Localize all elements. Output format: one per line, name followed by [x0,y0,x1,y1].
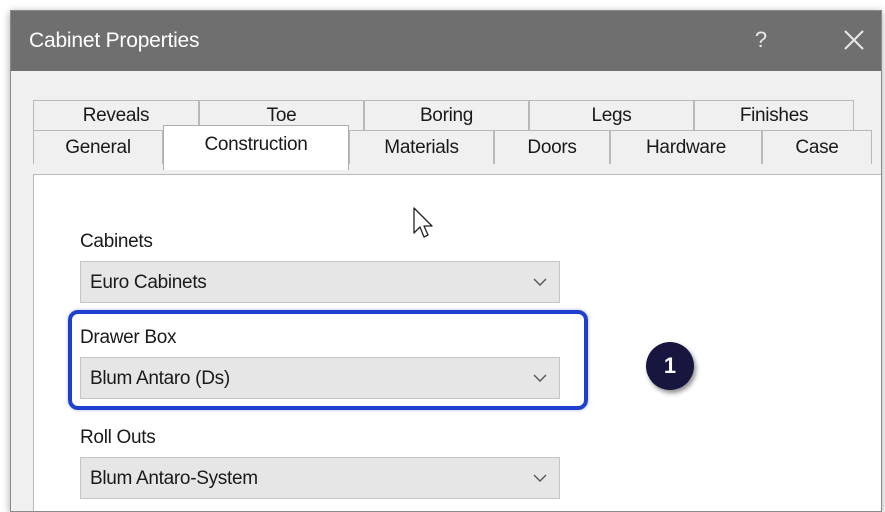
tab-case[interactable]: Case [762,130,872,164]
tab-construction[interactable]: Construction [163,125,349,170]
step-number-badge: 1 [646,342,694,390]
drawer-box-value: Blum Antaro (Ds) [90,368,230,389]
tab-strip: Reveals Toe Boring Legs Finishes General… [11,71,881,176]
tab-row-front: General Construction Materials Doors Har… [33,125,881,170]
tab-doors[interactable]: Doors [494,130,610,164]
construction-panel: Cabinets Euro Cabinets Drawer Box Blum A… [33,174,881,511]
drawer-box-dropdown[interactable]: Blum Antaro (Ds) [80,357,560,399]
roll-outs-label: Roll Outs [80,427,156,448]
roll-outs-value: Blum Antaro-System [90,468,258,489]
cabinets-dropdown[interactable]: Euro Cabinets [80,261,560,303]
tab-materials[interactable]: Materials [349,130,494,164]
roll-outs-dropdown[interactable]: Blum Antaro-System [80,457,560,499]
window-title: Cabinet Properties [29,29,200,52]
chevron-down-icon [533,278,547,286]
chevron-down-icon [533,374,547,382]
close-icon [844,30,864,50]
tab-boring[interactable]: Boring [364,100,529,132]
cabinet-properties-dialog: Cabinet Properties ? Reveals Toe Boring … [10,10,882,512]
close-button[interactable] [836,25,870,55]
cabinets-label: Cabinets [80,231,153,252]
cabinets-value: Euro Cabinets [90,272,207,293]
tab-finishes[interactable]: Finishes [694,100,854,132]
chevron-down-icon [533,474,547,482]
tab-row-back: Reveals Toe Boring Legs Finishes [33,100,881,132]
mouse-cursor-icon [413,207,433,238]
tab-hardware[interactable]: Hardware [610,130,762,164]
drawer-box-label: Drawer Box [80,327,177,348]
tab-general[interactable]: General [33,130,163,164]
title-bar: Cabinet Properties ? [11,11,881,71]
tab-legs[interactable]: Legs [529,100,694,132]
help-button[interactable]: ? [746,25,776,55]
